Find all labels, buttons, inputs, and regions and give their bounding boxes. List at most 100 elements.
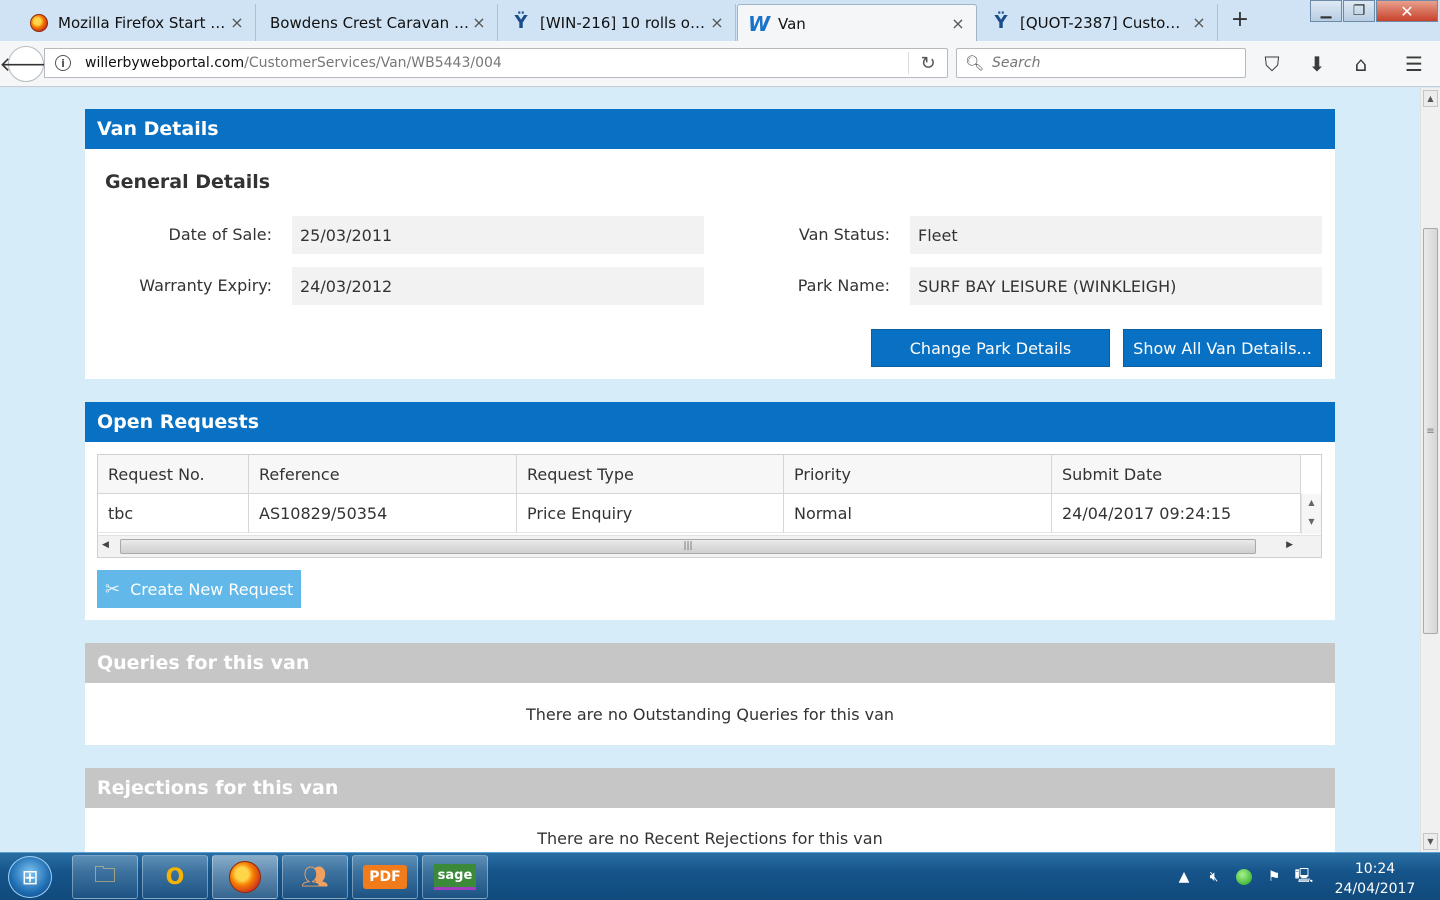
park-name-value: SURF BAY LEISURE (WINKLEIGH) (910, 267, 1322, 305)
requests-table: Request No. Reference Request Type Prior… (97, 454, 1322, 558)
no-queries-message: There are no Outstanding Queries for thi… (525, 705, 895, 724)
outlook-taskbar-button[interactable]: O (142, 855, 208, 899)
scrollbar-thumb[interactable]: ≡ (1423, 228, 1438, 634)
close-icon[interactable]: × (229, 13, 245, 32)
page-content: Van Details General Details Date of Sale… (0, 88, 1420, 852)
table-cell: 24/04/2017 09:24:15 (1052, 494, 1301, 533)
close-icon[interactable]: × (950, 14, 966, 33)
address-bar[interactable]: i willerbywebportal.com/CustomerServices… (44, 48, 948, 78)
sage-icon: sage (433, 864, 477, 890)
pdf-taskbar-button[interactable]: PDF (352, 855, 418, 899)
van-status-value: Fleet (910, 216, 1322, 254)
contacts-taskbar-button[interactable]: 👥︎ (282, 855, 348, 899)
clock-date: 24/04/2017 (1334, 881, 1416, 897)
park-name-label: Park Name: (797, 276, 890, 295)
column-header[interactable]: Request No. (98, 455, 249, 494)
tab-quot-2387[interactable]: Ÿ [QUOT-2387] Customer... × (980, 4, 1218, 41)
table-cell: Normal (784, 494, 1052, 533)
table-vertical-scrollbar[interactable]: ▲ ▼ (1301, 494, 1321, 534)
column-header[interactable]: Request Type (517, 455, 784, 494)
create-new-request-label: Create New Request (130, 579, 294, 599)
minimize-button[interactable]: ▁ (1310, 0, 1342, 22)
windows-logo-icon: ⊞ (21, 865, 39, 889)
panel-header: Queries for this van (85, 643, 1335, 683)
pocket-icon[interactable]: ⛉ (1257, 49, 1287, 79)
tab-label: Bowdens Crest Caravan and... (270, 13, 471, 32)
scroll-up-icon[interactable]: ▲ (1423, 90, 1438, 107)
queries-panel: Queries for this van There are no Outsta… (85, 643, 1335, 745)
clock-time: 10:24 (1354, 861, 1396, 877)
willerby-icon: W (747, 11, 771, 36)
status-green-icon[interactable] (1234, 867, 1254, 887)
open-requests-panel: Open Requests Request No. Reference Requ… (85, 402, 1335, 620)
tab-label: Mozilla Firefox Start Pa... (58, 13, 229, 32)
download-icon[interactable]: ⬇ (1302, 49, 1332, 79)
scroll-up-icon[interactable]: ▲ (1302, 498, 1321, 507)
info-icon[interactable]: i (55, 55, 71, 71)
general-details-title: General Details (105, 171, 271, 193)
table-horizontal-scrollbar[interactable]: ◀ ||| ▶ (98, 535, 1321, 557)
volume-muted-icon[interactable]: 🔇︎ (1204, 867, 1224, 887)
warranty-expiry-value: 24/03/2012 (292, 267, 704, 305)
new-tab-button[interactable]: + (1226, 6, 1254, 34)
column-header[interactable]: Submit Date (1052, 455, 1301, 494)
close-icon[interactable]: × (709, 13, 725, 32)
change-park-details-button[interactable]: Change Park Details (871, 329, 1110, 367)
tray-expand-icon[interactable]: ▲ (1174, 867, 1194, 887)
tab-label: [WIN-216] 10 rolls of th... (540, 13, 709, 32)
table-row[interactable]: tbc AS10829/50354 Price Enquiry Normal 2… (98, 494, 1301, 533)
tab-firefox-start[interactable]: Mozilla Firefox Start Pa... × (18, 4, 256, 41)
tab-bowdens-crest[interactable]: Bowdens Crest Caravan and... × (258, 4, 498, 41)
windows-taskbar: ⊞ 🗀 O 👥︎ PDF sage ▲ 🔇︎ ⚑ 🖳︎ 10:24 24/04/… (0, 852, 1440, 900)
action-center-flag-icon[interactable]: ⚑ (1264, 867, 1284, 887)
back-button[interactable]: 🡐 (0, 46, 53, 82)
explorer-taskbar-button[interactable]: 🗀 (72, 855, 138, 899)
search-input[interactable] (992, 55, 1233, 71)
van-details-panel: Van Details General Details Date of Sale… (85, 109, 1335, 379)
van-status-label: Van Status: (798, 225, 890, 244)
home-icon[interactable]: ⌂ (1346, 49, 1376, 79)
search-bar[interactable]: 🔍︎ (956, 48, 1246, 78)
restore-button[interactable]: ❐ (1343, 0, 1375, 22)
scroll-down-icon[interactable]: ▼ (1423, 833, 1438, 850)
table-header-row: Request No. Reference Request Type Prior… (98, 455, 1301, 494)
tab-win-216[interactable]: Ÿ [WIN-216] 10 rolls of th... × (500, 4, 736, 41)
folder-icon: 🗀 (93, 863, 116, 888)
column-header[interactable]: Priority (784, 455, 1052, 494)
panel-header: Open Requests (85, 402, 1335, 442)
firefox-taskbar-button[interactable] (212, 855, 278, 899)
menu-icon[interactable]: ☰ (1399, 49, 1429, 79)
date-of-sale-value: 25/03/2011 (292, 216, 704, 254)
pdf-icon: PDF (363, 865, 407, 889)
jira-icon: Ÿ (994, 12, 1008, 33)
browser-tab-bar: Mozilla Firefox Start Pa... × Bowdens Cr… (0, 0, 1440, 42)
close-window-button[interactable]: ✕ (1376, 0, 1438, 22)
date-of-sale-label: Date of Sale: (168, 225, 272, 244)
scroll-down-icon[interactable]: ▼ (1302, 517, 1321, 526)
outlook-icon: O (165, 864, 185, 890)
people-icon: 👥︎ (301, 864, 329, 890)
table-cell: tbc (98, 494, 249, 533)
reload-icon[interactable]: ↻ (909, 53, 947, 74)
close-icon[interactable]: × (471, 13, 487, 32)
url-text[interactable]: willerbywebportal.com/CustomerServices/V… (85, 55, 908, 71)
tab-van[interactable]: W Van × (737, 4, 977, 42)
no-rejections-message: There are no Recent Rejections for this … (537, 829, 883, 848)
scrollbar-thumb[interactable]: ||| (120, 539, 1256, 554)
table-cell: AS10829/50354 (249, 494, 517, 533)
start-button[interactable]: ⊞ (8, 856, 52, 898)
warranty-expiry-label: Warranty Expiry: (139, 276, 272, 295)
network-icon[interactable]: 🖳︎ (1294, 867, 1314, 887)
scroll-left-icon[interactable]: ◀ (102, 540, 109, 550)
firefox-icon (229, 861, 261, 893)
page-vertical-scrollbar[interactable]: ▲ ≡ ▼ (1420, 88, 1440, 852)
close-icon[interactable]: × (1191, 13, 1207, 32)
column-header[interactable]: Reference (249, 455, 517, 494)
system-clock[interactable]: 10:24 24/04/2017 (1330, 859, 1420, 899)
url-path: /CustomerServices/Van/WB5443/004 (244, 55, 502, 71)
sage-taskbar-button[interactable]: sage (422, 855, 488, 899)
show-all-van-details-button[interactable]: Show All Van Details... (1123, 329, 1322, 367)
create-new-request-button[interactable]: ✂ Create New Request (97, 570, 301, 608)
tools-icon: ✂ (105, 578, 121, 600)
scroll-right-icon[interactable]: ▶ (1286, 540, 1293, 550)
